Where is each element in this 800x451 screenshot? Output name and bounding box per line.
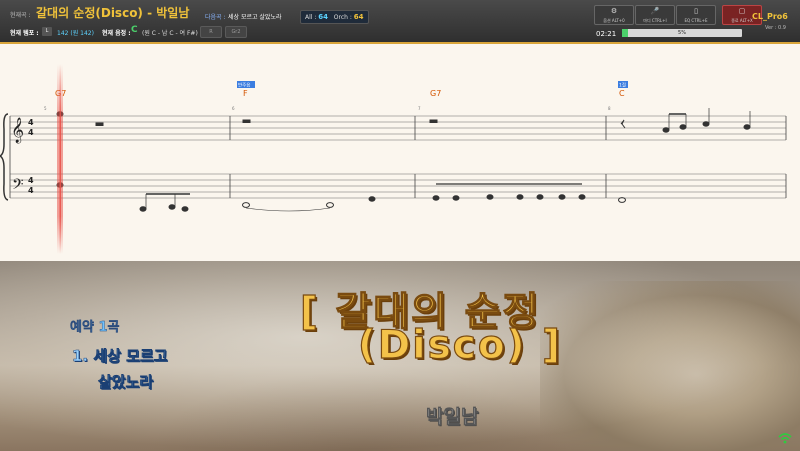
- brand-logo: CL_Pro6: [752, 12, 788, 21]
- measure-number: 8: [608, 106, 611, 111]
- group-button[interactable]: Gr2: [225, 26, 247, 38]
- measure-number: 7: [418, 106, 421, 111]
- bass-staff: [10, 173, 786, 199]
- chord-label: C: [619, 89, 625, 98]
- next-song-label: 다음곡 :: [205, 14, 226, 21]
- tempo-value: 142 (원 142): [57, 30, 94, 37]
- tempo-key-badge: L: [42, 27, 52, 36]
- chord-tag: 1절: [619, 82, 626, 89]
- background-video: 예약 1곡 1. 세상 모르고 살았노라 [ 갈대의 순정 (Disco) ] …: [0, 261, 800, 451]
- now-playing-label: 현재곡 :: [10, 12, 31, 19]
- notes: [56, 108, 751, 212]
- reset-button[interactable]: R: [200, 26, 222, 38]
- bass-clef: 𝄢: [12, 176, 24, 197]
- eq-button[interactable]: ▯ EQ CTRL+E: [676, 5, 716, 25]
- chord-label: G7: [430, 89, 441, 98]
- key-description: (원 C - 남 C - 여 F#): [142, 30, 198, 37]
- svg-text:4: 4: [28, 118, 34, 127]
- key-label: 현재 음정 :: [102, 30, 131, 37]
- measure-number: 6: [232, 106, 235, 111]
- elapsed-time: 02:21: [596, 30, 617, 38]
- reserved-song: 1. 세상 모르고: [72, 347, 168, 366]
- now-playing-title: 갈대의 순정(Disco) - 박일남: [36, 6, 190, 20]
- treble-clef: 𝄞: [11, 117, 24, 143]
- wifi-icon: [778, 433, 792, 444]
- treble-staff: [10, 115, 786, 141]
- sheet-music: 𝄞 𝄢 4 4 4 4 F G7 C 반주음 1절 5 6 7 8: [0, 44, 800, 261]
- control-header: 현재곡 : 갈대의 순정(Disco) - 박일남 다음곡 : 세상 모르고 살…: [0, 0, 800, 44]
- version-label: Ver : 0.9: [765, 25, 786, 31]
- all-count-badge: All : 64 Orch : 64: [300, 10, 369, 24]
- options-button[interactable]: ⚙ 옵션 ALT+0: [594, 5, 634, 25]
- progress-text: 5%: [678, 30, 686, 36]
- song-title-subtitle: (Disco) ]: [357, 322, 562, 368]
- measure-button[interactable]: 🎤 마디 CTRL+I: [635, 5, 675, 25]
- staff-svg: 𝄞 𝄢 4 4 4 4 F G7 C 반주음 1절 5 6 7 8: [0, 64, 787, 254]
- svg-text:4: 4: [28, 186, 34, 195]
- chord-tag: 반주음: [238, 82, 250, 89]
- svg-text:4: 4: [28, 176, 34, 185]
- measure-number: 5: [44, 106, 47, 111]
- song-progress-bar[interactable]: 5%: [622, 29, 742, 37]
- playhead-line: [59, 64, 61, 254]
- reserved-song-cont: 살았노라: [98, 373, 154, 392]
- brace: [0, 113, 9, 201]
- svg-text:4: 4: [28, 128, 34, 137]
- mic-icon: 🎤: [650, 7, 660, 15]
- gear-icon: ⚙: [610, 7, 618, 15]
- next-song-title: 세상 모르고 살았노라: [228, 14, 282, 21]
- tempo-label: 현재 템포 :: [10, 30, 39, 37]
- chord-label: F: [243, 89, 248, 98]
- artist-name: 박일남: [426, 406, 479, 429]
- key-value: C: [131, 25, 138, 35]
- eq-icon: ▯: [694, 7, 698, 15]
- reservation-label: 예약 1곡: [70, 320, 120, 335]
